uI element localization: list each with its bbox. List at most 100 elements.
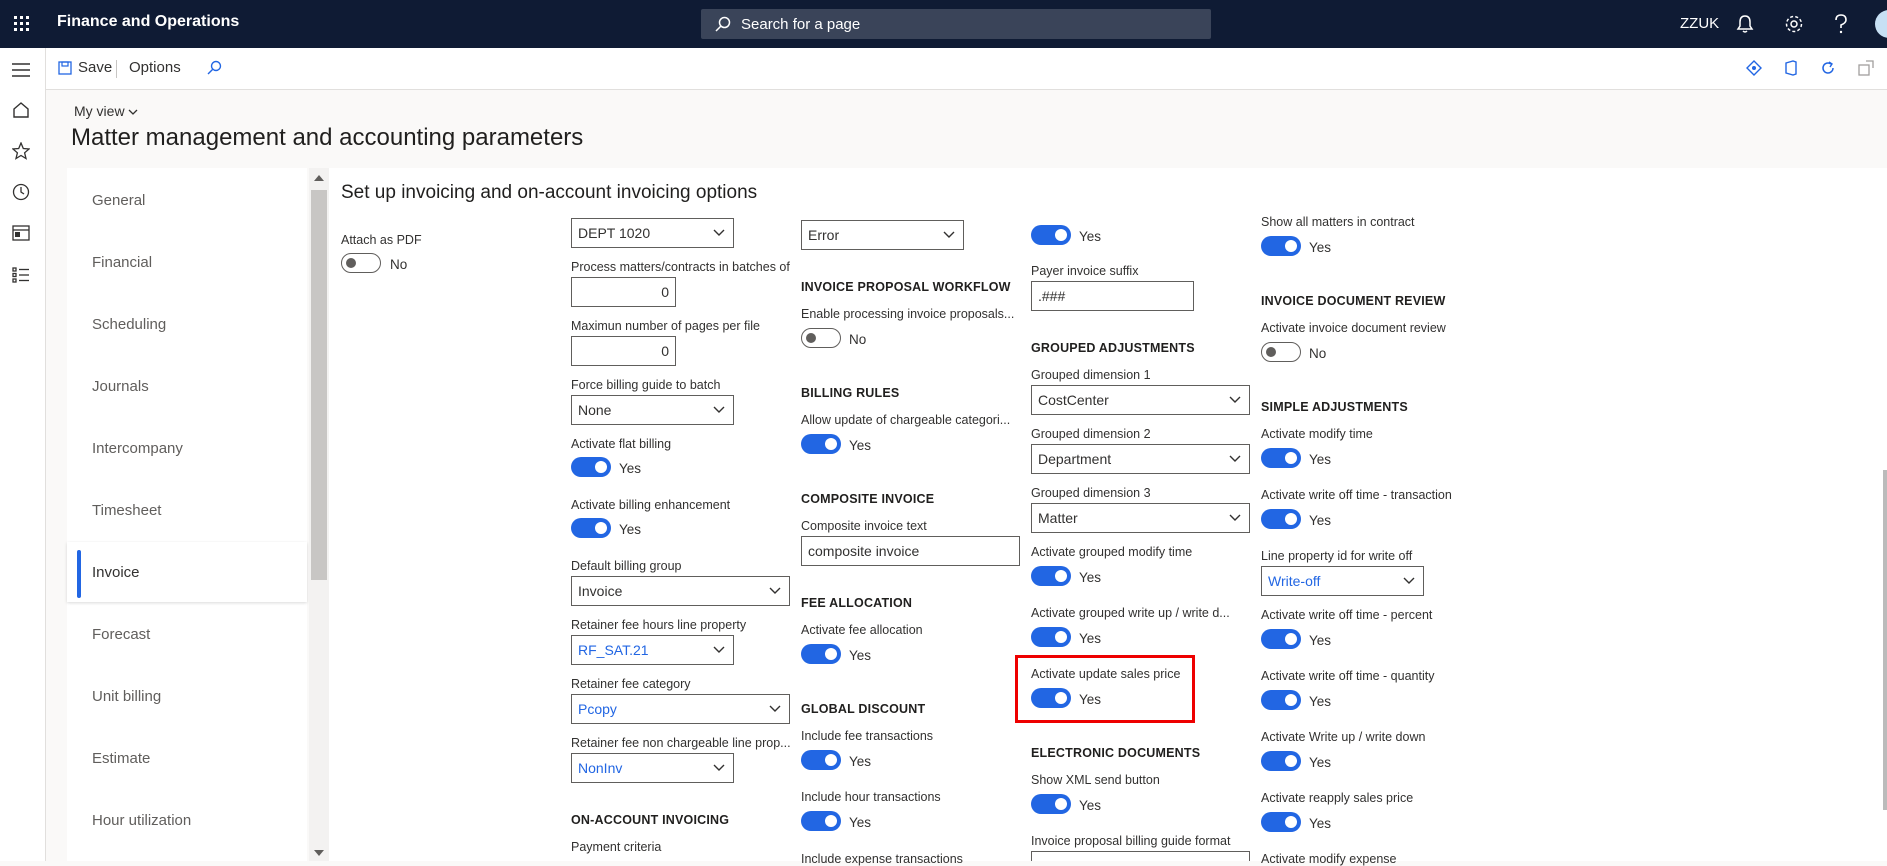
document-review-toggle[interactable] — [1261, 342, 1301, 362]
grouped-dim1-select[interactable]: CostCenter — [1031, 385, 1250, 415]
home-icon[interactable] — [12, 101, 30, 119]
modify-time-value: Yes — [1309, 452, 1332, 467]
retainer-hours-select[interactable]: RF_SAT.21 — [571, 635, 734, 665]
reapply-sales-price-value: Yes — [1309, 816, 1332, 831]
tab-intercompany[interactable]: Intercompany — [67, 418, 307, 478]
allow-update-value: Yes — [849, 438, 872, 453]
top-nav-bar: Finance and Operations Search for a page… — [0, 0, 1887, 48]
composite-text-input[interactable]: composite invoice — [801, 536, 1020, 566]
modify-time-toggle[interactable] — [1261, 448, 1301, 468]
grouped-dim1-value: CostCenter — [1038, 392, 1109, 408]
billing-group-label: Default billing group — [571, 559, 682, 573]
writeoff-percent-toggle[interactable] — [1261, 629, 1301, 649]
tab-general[interactable]: General — [67, 170, 307, 230]
tab-label: Forecast — [92, 626, 151, 643]
tab-forecast[interactable]: Forecast — [67, 604, 307, 664]
tab-hour-utilization[interactable]: Hour utilization — [67, 790, 307, 850]
allow-update-label: Allow update of chargeable categori... — [801, 413, 1011, 427]
max-pages-input[interactable]: 0 — [571, 336, 676, 366]
billing-group-select[interactable]: Invoice — [571, 576, 790, 606]
composite-text-label: Composite invoice text — [801, 519, 927, 533]
tab-journals[interactable]: Journals — [67, 356, 307, 416]
tabs-scrollbar[interactable] — [309, 168, 329, 861]
hamburger-menu-icon[interactable] — [12, 63, 30, 77]
modules-list-icon[interactable] — [12, 267, 30, 283]
proposal-format-input[interactable] — [1031, 851, 1250, 861]
app-title[interactable]: Finance and Operations — [57, 13, 239, 31]
writeoff-quantity-toggle[interactable] — [1261, 690, 1301, 710]
chevron-down-icon — [1229, 396, 1241, 403]
writeup-writedown-toggle[interactable] — [1261, 751, 1301, 771]
tab-estimate[interactable]: Estimate — [67, 728, 307, 788]
gear-icon[interactable] — [1784, 14, 1804, 34]
grouped-writeup-toggle[interactable] — [1031, 627, 1071, 647]
attach-pdf-label: Attach as PDF — [341, 233, 422, 247]
my-view-selector[interactable]: My view — [74, 103, 138, 119]
error-select[interactable]: Error — [801, 220, 964, 250]
tab-timesheet[interactable]: Timesheet — [67, 480, 307, 540]
flat-billing-toggle[interactable] — [571, 457, 611, 477]
show-all-matters-toggle[interactable] — [1261, 236, 1301, 256]
batches-input[interactable]: 0 — [571, 277, 676, 307]
attach-pdf-toggle[interactable] — [341, 253, 381, 273]
grouped-modify-toggle[interactable] — [1031, 566, 1071, 586]
payer-suffix-input[interactable]: .### — [1031, 281, 1194, 311]
power-apps-icon[interactable] — [1746, 60, 1762, 76]
tab-label: Unit billing — [92, 688, 162, 705]
xml-send-toggle[interactable] — [1031, 794, 1071, 814]
writeoff-transaction-toggle[interactable] — [1261, 509, 1301, 529]
avatar[interactable] — [1875, 10, 1887, 38]
fee-allocation-value: Yes — [849, 648, 872, 663]
fee-allocation-toggle[interactable] — [801, 644, 841, 664]
department-select[interactable]: DEPT 1020 — [571, 218, 734, 248]
scrollbar-thumb[interactable] — [311, 190, 327, 580]
top-toggle[interactable] — [1031, 225, 1071, 245]
include-hour-toggle[interactable] — [801, 811, 841, 831]
reapply-sales-price-toggle[interactable] — [1261, 812, 1301, 832]
include-fee-toggle[interactable] — [801, 750, 841, 770]
tab-financial[interactable]: Financial — [67, 232, 307, 292]
force-billing-select[interactable]: None — [571, 395, 734, 425]
batches-label: Process matters/contracts in batches of — [571, 260, 790, 274]
include-fee-label: Include fee transactions — [801, 729, 934, 743]
allow-update-toggle[interactable] — [801, 434, 841, 454]
app-launcher-icon[interactable] — [14, 16, 30, 32]
find-icon[interactable] — [206, 60, 222, 76]
xml-send-value: Yes — [1079, 798, 1102, 813]
recent-clock-icon[interactable] — [12, 183, 30, 201]
workspaces-icon[interactable] — [12, 225, 30, 241]
global-search[interactable]: Search for a page — [701, 9, 1211, 39]
tab-label: General — [92, 192, 146, 209]
tab-scheduling[interactable]: Scheduling — [67, 294, 307, 354]
options-button[interactable]: Options — [129, 59, 181, 76]
retainer-nonchargeable-select[interactable]: NonInv — [571, 753, 734, 783]
star-icon[interactable] — [12, 142, 30, 160]
force-billing-label: Force billing guide to batch — [571, 378, 721, 392]
writeup-writedown-value: Yes — [1309, 755, 1332, 770]
show-all-matters-label: Show all matters in contract — [1261, 215, 1415, 229]
tab-invoice[interactable]: Invoice — [67, 542, 307, 602]
scroll-down-icon[interactable] — [314, 850, 324, 856]
help-icon[interactable] — [1834, 14, 1848, 34]
page-scrollbar[interactable] — [1883, 470, 1887, 810]
grouped-dim2-select[interactable]: Department — [1031, 444, 1250, 474]
tab-unit-billing[interactable]: Unit billing — [67, 666, 307, 726]
open-new-window-icon[interactable] — [1858, 60, 1874, 76]
include-hour-value: Yes — [849, 815, 872, 830]
refresh-icon[interactable] — [1820, 60, 1836, 76]
retainer-category-select[interactable]: Pcopy — [571, 694, 790, 724]
save-button[interactable]: Save — [78, 59, 112, 76]
grouped-writeup-label: Activate grouped write up / write d... — [1031, 606, 1230, 620]
billing-group-value: Invoice — [578, 583, 623, 599]
grouped-modify-label: Activate grouped modify time — [1031, 545, 1193, 559]
billing-enhancement-toggle[interactable] — [571, 518, 611, 538]
scroll-up-icon[interactable] — [314, 175, 324, 181]
line-property-select[interactable]: Write-off — [1261, 566, 1424, 596]
bell-icon[interactable] — [1736, 14, 1754, 34]
office-icon[interactable] — [1784, 60, 1798, 76]
grouped-dim3-select[interactable]: Matter — [1031, 503, 1250, 533]
enable-processing-toggle[interactable] — [801, 328, 841, 348]
proposal-format-label: Invoice proposal billing guide format — [1031, 834, 1231, 848]
line-property-label: Line property id for write off — [1261, 549, 1413, 563]
on-account-header: ON-ACCOUNT INVOICING — [571, 813, 730, 827]
